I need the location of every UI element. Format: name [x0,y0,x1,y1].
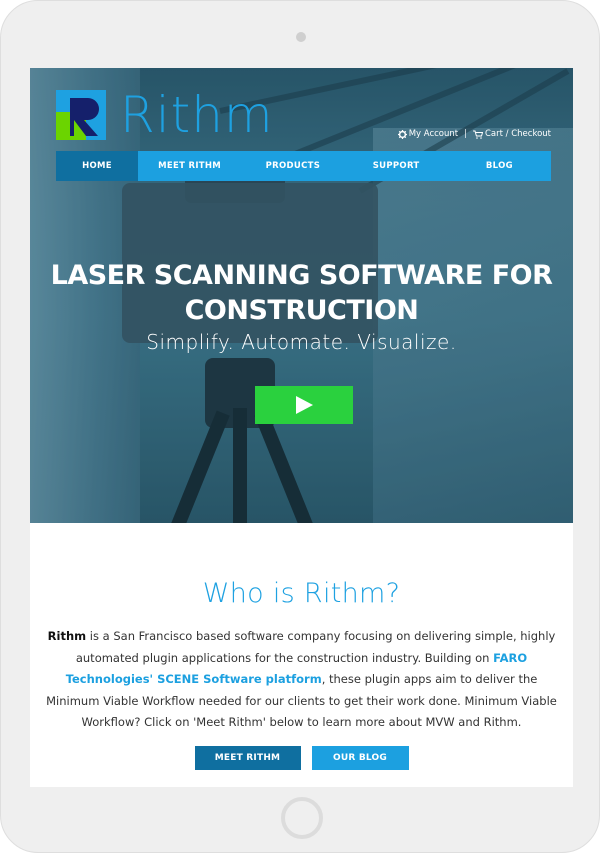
nav-item-support[interactable]: SUPPORT [345,151,448,181]
gear-icon [397,129,407,139]
cart-link[interactable]: Cart / Checkout [472,129,551,139]
play-icon [295,396,313,414]
account-bar: My Account | Cart / Checkout [397,129,551,139]
hero-title-line2: CONSTRUCTION [184,295,419,326]
hero-subtitle: Simplify. Automate. Visualize. [146,330,457,354]
hero-title-line1: LASER SCANNING SOFTWARE FOR [50,260,553,291]
logo-mark-icon [56,90,106,140]
nav-item-blog[interactable]: BLOG [448,151,551,181]
home-button-icon [281,797,323,839]
screen: Rithm My Account | Cart / Checkout HOME … [30,68,573,787]
about-buttons: MEET RITHM OUR BLOG [30,746,573,770]
camera-icon [296,32,306,42]
hero-title: LASER SCANNING SOFTWARE FOR CONSTRUCTION [30,258,573,328]
tablet-frame: Rithm My Account | Cart / Checkout HOME … [0,0,600,853]
brand-name: Rithm [120,86,274,144]
about-paragraph: Rithm is a San Francisco based software … [38,626,565,734]
hero-section: Rithm My Account | Cart / Checkout HOME … [30,68,573,523]
meet-rithm-button[interactable]: MEET RITHM [194,746,301,770]
about-title: Who is Rithm? [202,578,401,609]
account-divider: | [464,129,467,139]
play-video-button[interactable] [255,386,353,424]
about-brand-word: Rithm [47,629,87,643]
my-account-label: My Account [408,129,459,139]
rithm-logo[interactable]: Rithm [56,90,274,140]
my-account-link[interactable]: My Account [397,129,459,139]
about-text-part1: is a San Francisco based software compan… [75,629,556,665]
nav-item-meet-rithm[interactable]: MEET RITHM [138,151,241,181]
nav-item-home[interactable]: HOME [56,151,138,181]
cart-icon [472,130,483,139]
our-blog-button[interactable]: OUR BLOG [311,746,409,770]
nav-item-products[interactable]: PRODUCTS [241,151,344,181]
cart-label: Cart / Checkout [484,129,551,139]
main-nav: HOME MEET RITHM PRODUCTS SUPPORT BLOG [56,151,551,181]
